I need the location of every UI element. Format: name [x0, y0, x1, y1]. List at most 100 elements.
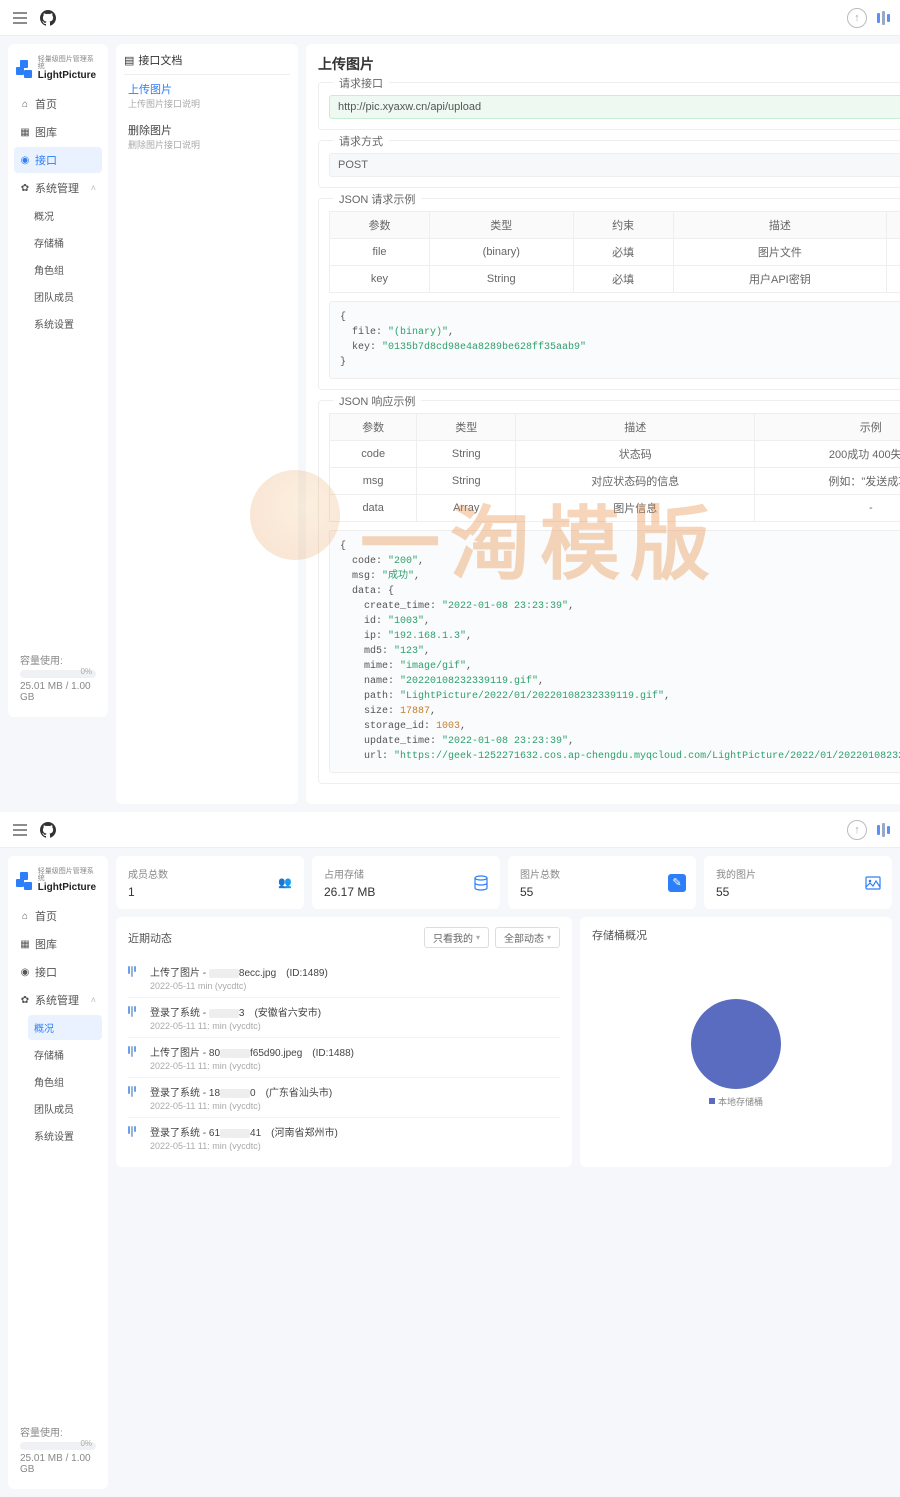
doc-detail-panel: 上传图片 请求接口 http://pic.xyaxw.cn/api/upload… [306, 44, 900, 804]
nav-role[interactable]: 角色组 [28, 257, 102, 282]
nav-overview[interactable]: 概况 [28, 1015, 102, 1040]
users-icon: 👥 [276, 874, 294, 892]
table-row: file (binary) 必填 图片文件 - [330, 239, 900, 266]
home-icon: ⌂ [20, 911, 30, 921]
activity-title: 近期动态 [128, 930, 172, 946]
nav-system[interactable]: ✿系统管理˄ [14, 987, 102, 1013]
activity-line1: 登录了系统 - 6141 (河南省郑州市) [150, 1124, 338, 1139]
response-code-example: { code: "200", msg: "成功", data: { create… [329, 530, 900, 773]
api-icon: ◉ [20, 967, 30, 977]
nav-settings[interactable]: 系统设置 [28, 311, 102, 336]
activity-card: 近期动态 只看我的▾ 全部动态▾ 上传了图片 - 8ecc.jpg (ID:14… [116, 917, 572, 1167]
logo: 轻量级图片管理系统 LightPicture [14, 864, 102, 903]
activity-item: 登录了系统 - 180 (广东省汕头市) 2022-05-11 11: min (… [128, 1078, 560, 1118]
home-icon: ⌂ [20, 99, 30, 109]
activity-line2: 2022-05-11 11: min (vycdtc) [150, 1101, 332, 1111]
nav-overview[interactable]: 概况 [28, 203, 102, 228]
nav-api[interactable]: ◉接口 [14, 147, 102, 173]
storage-chart-card: 存储桶概况 本地存储桶 [580, 917, 892, 1167]
doc-icon: ▤ [124, 54, 134, 67]
activity-line1: 登录了系统 - 180 (广东省汕头市) [150, 1084, 332, 1099]
logo: 轻量级图片管理系统 LightPicture [14, 52, 102, 91]
activity-line2: 2022-05-11 11: min (vycdtc) [150, 1021, 321, 1031]
filter-all-button[interactable]: 全部动态▾ [495, 927, 560, 948]
github-icon[interactable] [38, 820, 58, 840]
activity-icon [128, 1084, 142, 1111]
topbar: ↑ [0, 0, 900, 36]
activity-item: 登录了系统 - 3 (安徽省六安市) 2022-05-11 11: min (vy… [128, 998, 560, 1038]
stats-icon[interactable] [877, 823, 890, 837]
activity-item: 上传了图片 - 8ecc.jpg (ID:1489) 2022-05-11 min… [128, 958, 560, 998]
gallery-icon: ▦ [20, 939, 30, 949]
section-response-example: JSON 响应示例 参数 类型 描述 示例 code [318, 400, 900, 784]
storage-usage: 容量使用: 0% 25.01 MB / 1.00 GB [14, 646, 102, 709]
activity-icon [128, 1044, 142, 1071]
image-icon [864, 874, 882, 892]
storage-usage: 容量使用: 0% 25.01 MB / 1.00 GB [14, 1418, 102, 1481]
stat-images: 图片总数 55 ✎ [508, 856, 696, 909]
upload-icon[interactable]: ↑ [847, 820, 867, 840]
nav-storage[interactable]: 存储桶 [28, 1042, 102, 1067]
request-params-table: 参数 类型 约束 描述 示例 file (binary) 必填 [329, 211, 900, 293]
menu-toggle-button[interactable] [10, 820, 30, 840]
page-title: 上传图片 [318, 54, 900, 74]
menu-toggle-button[interactable] [10, 8, 30, 28]
nav-home[interactable]: ⌂首页 [14, 903, 102, 929]
sidebar: 轻量级图片管理系统 LightPicture ⌂首页 ▦图库 ◉接口 ✿系统管理… [8, 856, 108, 1489]
nav-team[interactable]: 团队成员 [28, 1096, 102, 1121]
github-icon[interactable] [38, 8, 58, 28]
activity-line2: 2022-05-11 min (vycdtc) [150, 981, 328, 991]
docs-item-upload[interactable]: 上传图片 上传图片接口说明 [124, 75, 290, 116]
logo-name: LightPicture [38, 71, 100, 81]
nav-api[interactable]: ◉接口 [14, 959, 102, 985]
section-request-url: 请求接口 http://pic.xyaxw.cn/api/upload [318, 82, 900, 130]
activity-line1: 上传了图片 - 8ecc.jpg (ID:1489) [150, 964, 328, 979]
nav-gallery[interactable]: ▦图库 [14, 931, 102, 957]
stats-row: 成员总数 1 👥 占用存储 26.17 MB 图片总数 55 ✎ [116, 856, 892, 909]
storage-chart-title: 存储桶概况 [592, 927, 880, 943]
table-row: msg String 对应状态码的信息 例如："发送成功" [330, 468, 900, 495]
chevron-up-icon: ˄ [91, 995, 96, 1005]
api-icon: ◉ [20, 155, 30, 165]
database-icon [472, 874, 490, 892]
table-row: data Array 图片信息 - [330, 495, 900, 522]
activity-icon [128, 1124, 142, 1151]
nav-system[interactable]: ✿系统管理˄ [14, 175, 102, 201]
nav-home[interactable]: ⌂首页 [14, 91, 102, 117]
pie-chart [691, 999, 781, 1089]
stat-my-images: 我的图片 55 [704, 856, 892, 909]
pie-legend: 本地存储桶 [709, 1095, 763, 1108]
upload-icon[interactable]: ↑ [847, 8, 867, 28]
request-method: POST [329, 153, 900, 177]
stat-members: 成员总数 1 👥 [116, 856, 304, 909]
activity-item: 登录了系统 - 6141 (河南省郑州市) 2022-05-11 11: min … [128, 1118, 560, 1157]
nav-team[interactable]: 团队成员 [28, 284, 102, 309]
chevron-down-icon: ▾ [547, 933, 551, 942]
screen-overview: ↑ 轻量级图片管理系统 LightPicture ⌂首页 ▦图库 ◉接口 ✿系统… [0, 812, 900, 1497]
activity-line2: 2022-05-11 11: min (vycdtc) [150, 1141, 338, 1151]
table-row: key String 必填 用户API密钥 - [330, 266, 900, 293]
activity-line1: 上传了图片 - 80f65d90.jpeg (ID:1488) [150, 1044, 354, 1059]
topbar: ↑ [0, 812, 900, 848]
activity-line1: 登录了系统 - 3 (安徽省六安市) [150, 1004, 321, 1019]
activity-item: 上传了图片 - 80f65d90.jpeg (ID:1488)2022-05-1… [128, 1038, 560, 1078]
sidebar: 轻量级图片管理系统 LightPicture ⌂首页 ▦图库 ◉接口 ✿系统管理… [8, 44, 108, 717]
screen-api-docs: ↑ 轻量级图片管理系统 LightPicture ⌂首页 ▦图库 ◉接口 ✿系统… [0, 0, 900, 812]
activity-icon [128, 1004, 142, 1031]
chevron-down-icon: ▾ [476, 933, 480, 942]
logo-name: LightPicture [38, 883, 100, 893]
nav-storage[interactable]: 存储桶 [28, 230, 102, 255]
request-code-example: { file: "(binary)", key: "0135b7d8cd98e4… [329, 301, 900, 379]
filter-mine-button[interactable]: 只看我的▾ [424, 927, 489, 948]
nav-role[interactable]: 角色组 [28, 1069, 102, 1094]
docs-panel-title: ▤接口文档 [124, 52, 290, 75]
nav-settings[interactable]: 系统设置 [28, 1123, 102, 1148]
docs-item-delete[interactable]: 删除图片 删除图片接口说明 [124, 116, 290, 157]
logo-subtitle: 轻量级图片管理系统 [38, 868, 100, 882]
nav-gallery[interactable]: ▦图库 [14, 119, 102, 145]
stat-storage: 占用存储 26.17 MB [312, 856, 500, 909]
stats-icon[interactable] [877, 11, 890, 25]
response-params-table: 参数 类型 描述 示例 code String 状态码 200成功 [329, 413, 900, 522]
section-method: 请求方式 POST [318, 140, 900, 188]
activity-icon [128, 964, 142, 991]
